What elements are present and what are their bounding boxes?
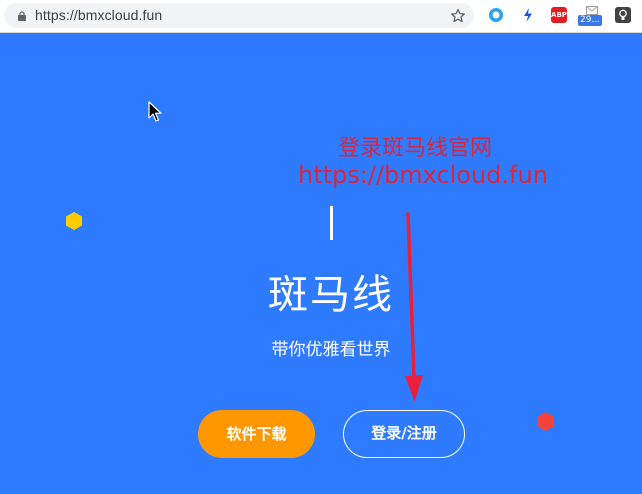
- adblock-label: ABP: [551, 7, 567, 23]
- page-title: 斑马线: [268, 272, 394, 318]
- login-register-button[interactable]: 登录/注册: [343, 410, 465, 458]
- adblock-icon[interactable]: ABP: [551, 6, 569, 24]
- page-subtitle: 带你优雅看世界: [271, 340, 391, 360]
- bulb-extension-icon[interactable]: [615, 6, 633, 24]
- mail-extension-icon[interactable]: 29...: [578, 6, 606, 26]
- typing-cursor: [330, 206, 333, 240]
- browser-toolbar: https://bmxcloud.fun ABP 29...: [0, 0, 642, 33]
- address-bar[interactable]: https://bmxcloud.fun: [4, 3, 474, 28]
- lock-icon: [18, 11, 26, 21]
- decorative-red-hexagon: [537, 412, 554, 431]
- mail-icon: [586, 6, 598, 15]
- decorative-yellow-hexagon: [66, 212, 82, 230]
- download-button[interactable]: 软件下载: [198, 410, 315, 458]
- url-text[interactable]: https://bmxcloud.fun: [35, 7, 162, 23]
- annotation-title: 登录斑马线官网: [337, 136, 492, 161]
- bulb-icon: [615, 7, 631, 23]
- star-icon[interactable]: [450, 8, 466, 24]
- mouse-pointer-icon: [148, 101, 162, 122]
- bolt-extension-icon[interactable]: [519, 6, 537, 24]
- annotation-url: https://bmxcloud.fun: [298, 161, 548, 189]
- mail-count-badge: 29...: [578, 15, 603, 26]
- refresh-extension-icon[interactable]: [487, 6, 505, 24]
- page: https://bmxcloud.fun ABP 29... 登录斑马线官网 h…: [0, 0, 642, 494]
